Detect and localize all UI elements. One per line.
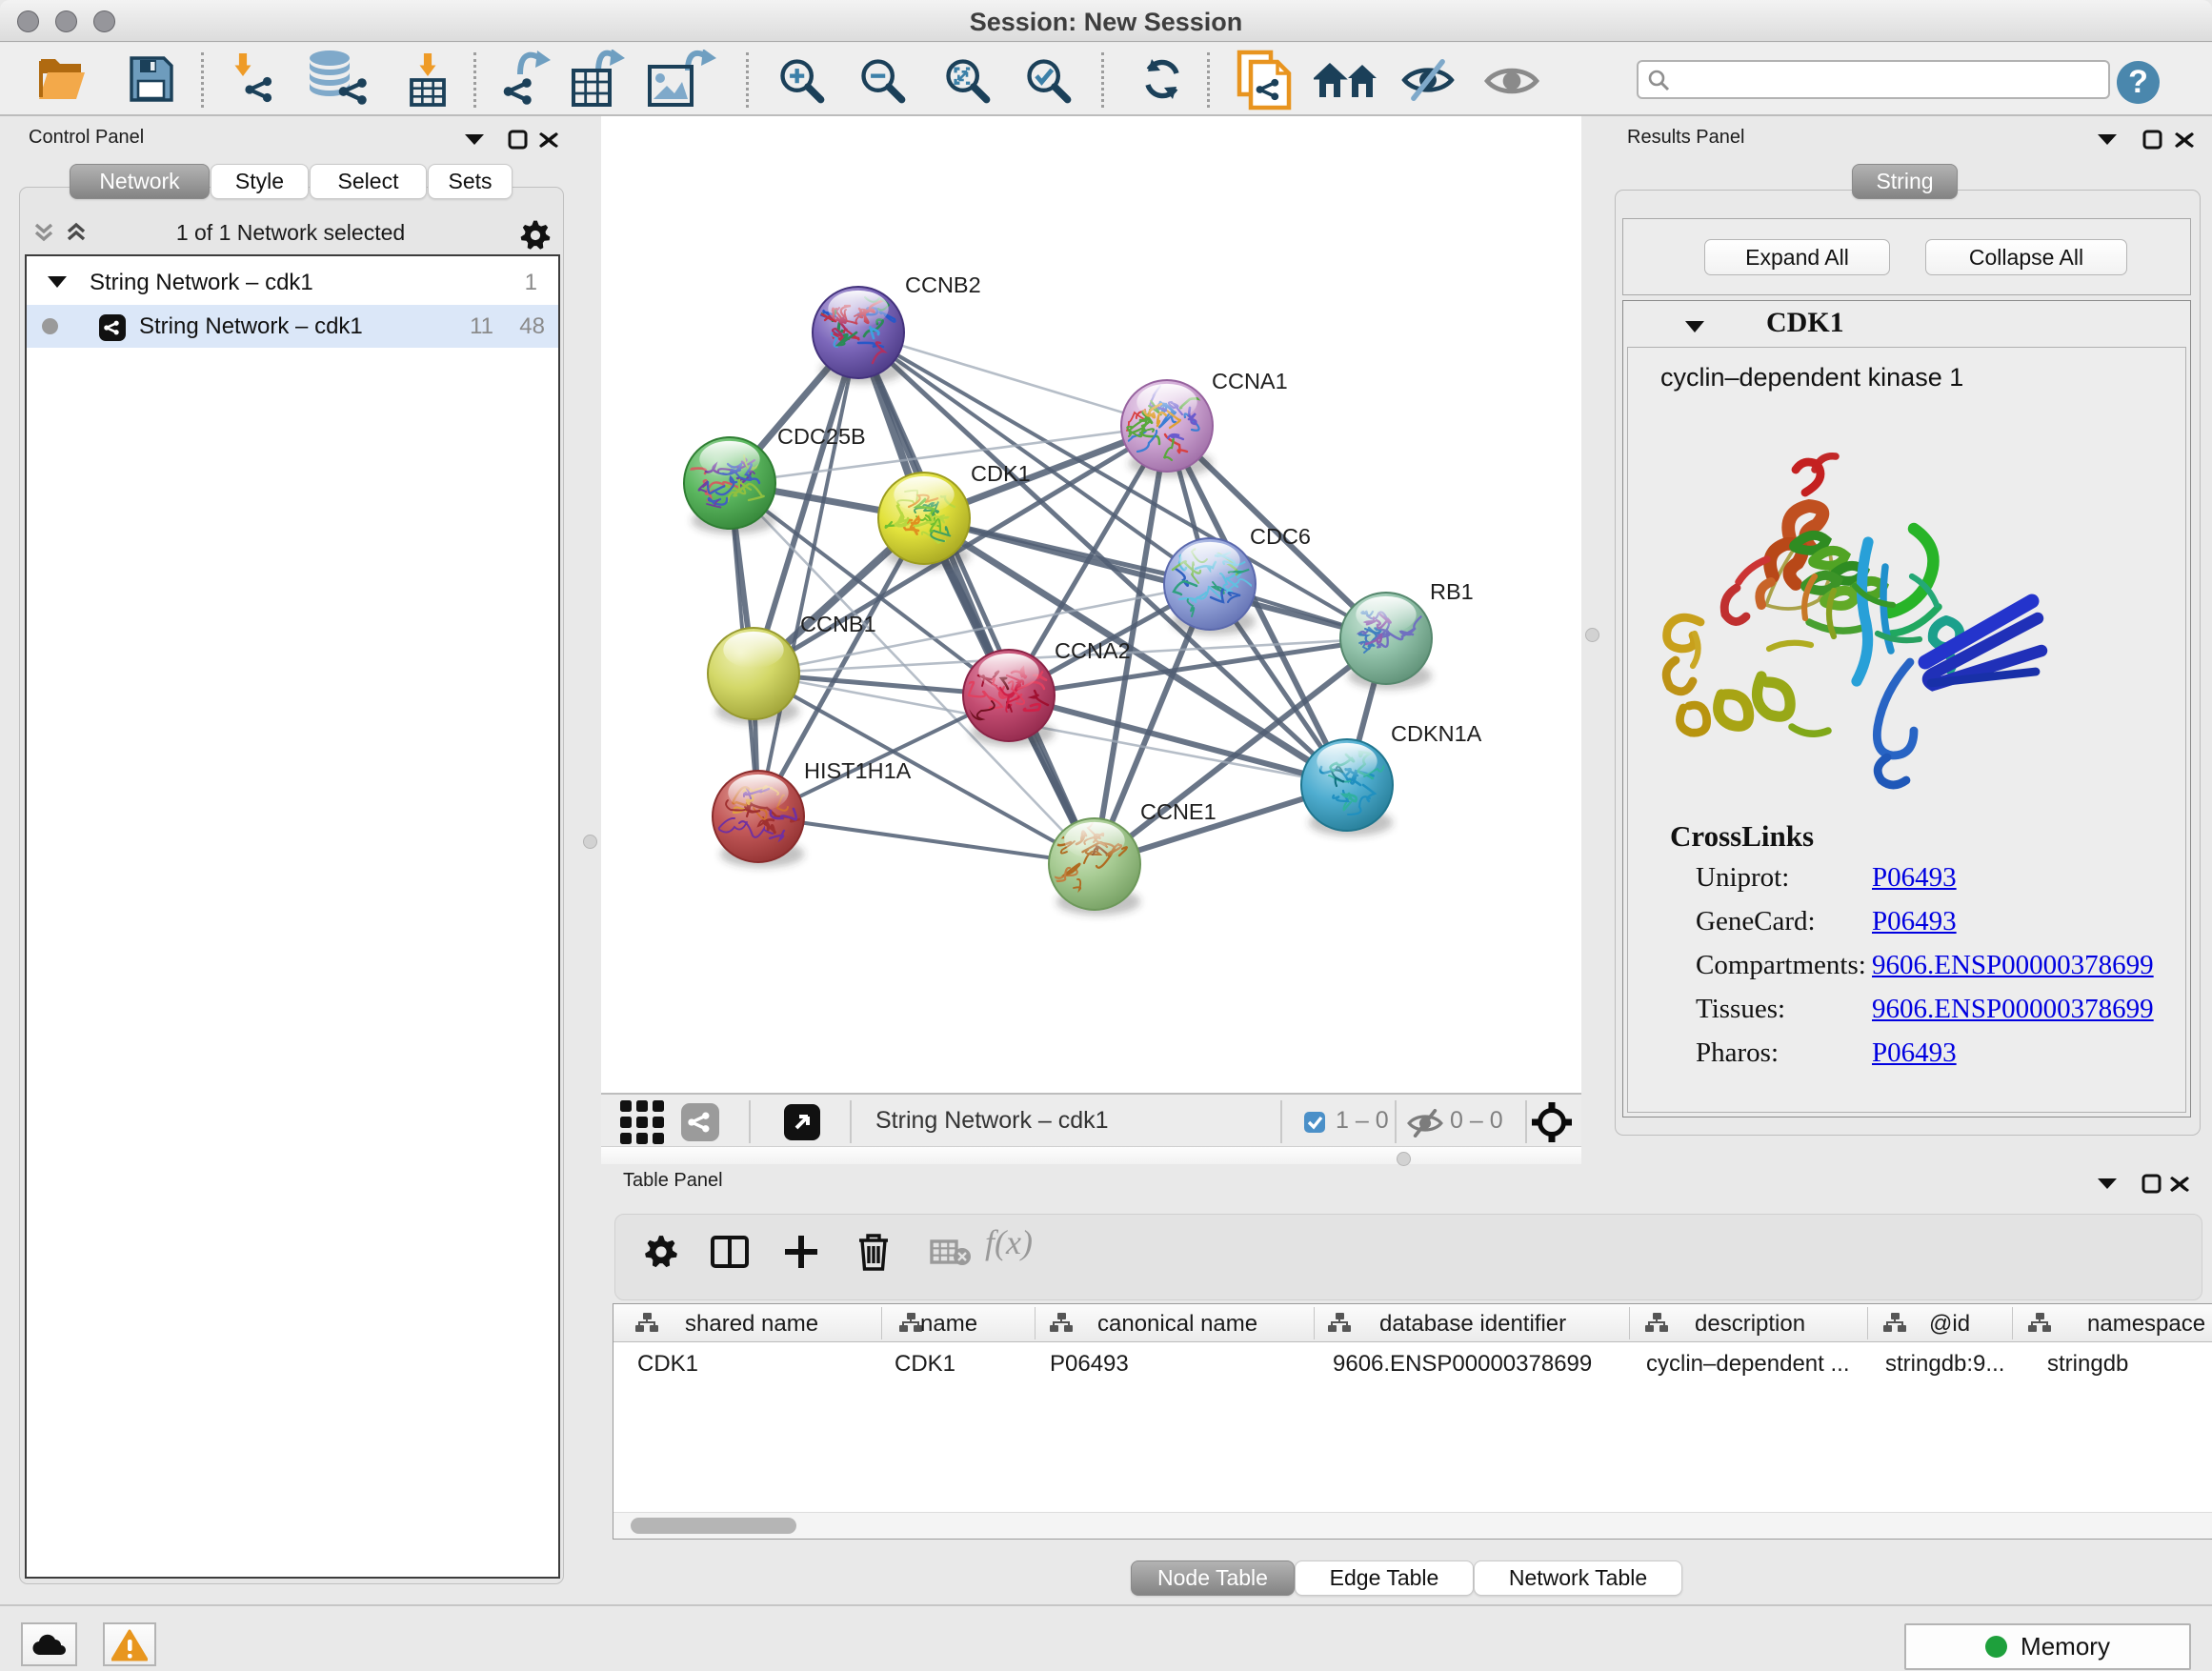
svg-text:CCNE1: CCNE1 bbox=[1140, 799, 1217, 824]
svg-text:CDK1: CDK1 bbox=[971, 461, 1031, 486]
svg-text:CDC6: CDC6 bbox=[1250, 524, 1311, 549]
svg-text:CCNA2: CCNA2 bbox=[1055, 638, 1131, 663]
svg-text:HIST1H1A: HIST1H1A bbox=[804, 758, 912, 783]
svg-text:CCNB1: CCNB1 bbox=[800, 612, 876, 636]
svg-text:RB1: RB1 bbox=[1430, 579, 1474, 604]
svg-text:CCNB2: CCNB2 bbox=[905, 272, 981, 297]
svg-text:CDC25B: CDC25B bbox=[777, 424, 866, 449]
svg-text:CDKN1A: CDKN1A bbox=[1391, 721, 1482, 746]
svg-text:CCNA1: CCNA1 bbox=[1212, 369, 1288, 393]
